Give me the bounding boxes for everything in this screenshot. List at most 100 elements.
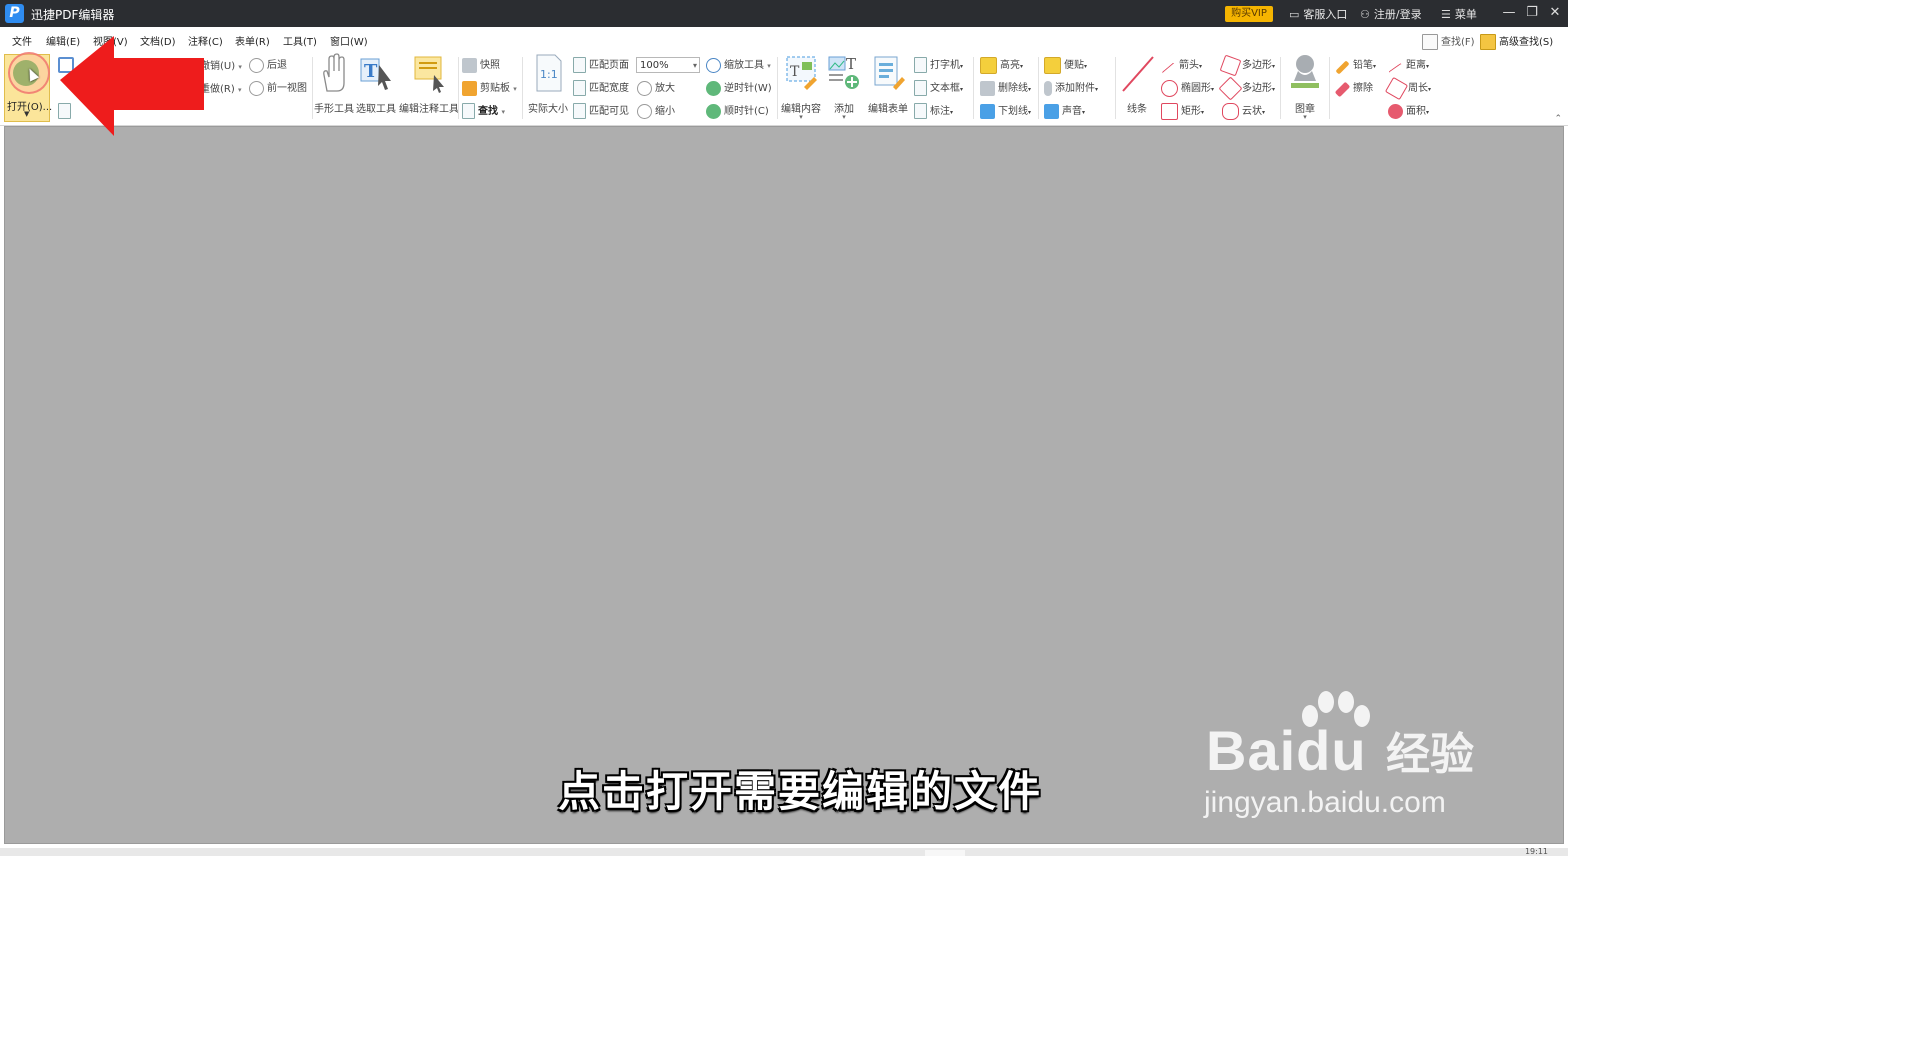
sound-button[interactable]: 声音▾ <box>1044 102 1085 120</box>
collapse-ribbon-icon[interactable]: ⌃ <box>1554 114 1562 124</box>
rotate-cw-label: 顺时针(C) <box>724 106 769 117</box>
zoom-dropdown-icon: ▾ <box>692 61 697 70</box>
customer-service-label: 客服入口 <box>1303 8 1348 21</box>
minimize-icon[interactable]: — <box>1499 4 1519 22</box>
clipboard-button[interactable]: 剪贴板 ▾ <box>462 79 517 97</box>
arrow-dropdown-icon: ▾ <box>1199 63 1203 70</box>
line-button[interactable]: 线条 <box>1117 53 1157 115</box>
perimeter-dropdown-icon: ▾ <box>1428 86 1432 93</box>
advanced-find-label: 高级查找(S) <box>1499 37 1554 48</box>
watermark-jingyan: 经验 <box>1386 729 1474 780</box>
menu-window[interactable]: 窗口(W) <box>330 33 368 48</box>
area-button[interactable]: 面积▾ <box>1388 102 1429 120</box>
fit-page-button[interactable]: 匹配页面 <box>573 56 629 74</box>
distance-button[interactable]: 距离▾ <box>1388 56 1429 74</box>
polygon-button[interactable]: 多边形▾ <box>1218 75 1275 101</box>
zoom-tool-button[interactable]: 缩放工具 ▾ <box>706 56 771 74</box>
polygon-line-button[interactable]: 多边形▾ <box>1219 54 1275 76</box>
perimeter-icon <box>1384 76 1409 100</box>
underline-button[interactable]: 下划线▾ <box>980 102 1031 120</box>
hand-tool-button[interactable]: 手形工具 <box>314 53 354 115</box>
ellipse-dropdown-icon: ▾ <box>1211 86 1215 93</box>
buy-vip-button[interactable]: 购买VIP <box>1225 6 1273 22</box>
separator <box>522 57 523 119</box>
redo-dropdown-icon: ▾ <box>237 86 242 94</box>
strikeout-button[interactable]: 删除线▾ <box>980 79 1031 97</box>
plus-circle-icon <box>637 80 652 96</box>
actual-size-icon: 1:1 <box>536 54 562 92</box>
rotate-cw-button[interactable]: 顺时针(C) <box>706 102 769 120</box>
callout-button[interactable]: 标注▾ <box>914 102 953 120</box>
login-label: 注册/登录 <box>1373 8 1422 21</box>
fit-visible-icon <box>573 103 586 119</box>
zoom-in-label: 放大 <box>655 83 675 94</box>
customer-service-button[interactable]: ▭ 客服入口 <box>1289 6 1347 22</box>
hamburger-icon: ☰ <box>1441 8 1451 21</box>
rotate-cw-icon <box>706 103 721 119</box>
separator <box>1115 57 1116 119</box>
edit-annotation-tool-button[interactable]: 编辑注释工具 <box>398 53 460 115</box>
select-tool-button[interactable]: T 选取工具 <box>356 53 396 115</box>
textbox-button[interactable]: 文本框▾ <box>914 79 963 97</box>
pencil-label: 铅笔 <box>1353 60 1373 71</box>
back-label: 后退 <box>267 60 287 71</box>
camera-icon <box>462 57 477 73</box>
menu-form[interactable]: 表单(R) <box>235 33 270 48</box>
fit-width-icon <box>573 80 586 96</box>
rotate-ccw-button[interactable]: 逆时针(W) <box>706 79 772 97</box>
open-label: 打开(O)... <box>7 102 53 113</box>
menu-tools[interactable]: 工具(T) <box>283 33 317 48</box>
snapshot-button[interactable]: 快照 <box>462 56 500 74</box>
add-button[interactable]: T 添加 ▾ <box>826 53 862 121</box>
stamp-button[interactable]: 图章 ▾ <box>1284 53 1326 121</box>
perimeter-button[interactable]: 周长▾ <box>1384 76 1432 100</box>
fit-width-button[interactable]: 匹配宽度 <box>573 79 629 97</box>
typewriter-button[interactable]: 打字机▾ <box>914 56 963 74</box>
rotate-ccw-icon <box>706 80 721 96</box>
fit-visible-button[interactable]: 匹配可见 <box>573 102 629 120</box>
paperclip-icon <box>1044 80 1052 96</box>
strikeout-label: 删除线 <box>998 83 1028 94</box>
red-arrow-annotation <box>60 36 204 136</box>
find-button[interactable]: 查找(F) <box>1422 33 1475 50</box>
zoom-level-select[interactable]: 100% ▾ <box>636 57 700 73</box>
rect-button[interactable]: 矩形▾ <box>1161 102 1204 120</box>
ribbon-find-button[interactable]: 查找 ▾ <box>462 102 505 120</box>
ellipse-button[interactable]: 椭圆形▾ <box>1161 79 1214 97</box>
zoom-out-button[interactable]: 缩小 <box>637 102 675 120</box>
prev-view-button[interactable]: 前一视图 <box>249 79 307 97</box>
login-button[interactable]: ⚇ 注册/登录 <box>1360 6 1422 22</box>
find-label: 查找(F) <box>1441 37 1475 48</box>
cloud-dropdown-icon: ▾ <box>1262 109 1266 116</box>
underline-label: 下划线 <box>998 106 1028 117</box>
edit-content-button[interactable]: T 编辑内容 ▾ <box>779 53 823 121</box>
edit-form-button[interactable]: 编辑表单 <box>866 53 910 115</box>
close-icon[interactable]: ✕ <box>1545 4 1565 22</box>
watermark-brand: Baidu <box>1206 719 1367 782</box>
pencil-button[interactable]: 铅笔▾ <box>1335 56 1376 75</box>
svg-text:T: T <box>364 61 378 82</box>
distance-icon <box>1388 62 1403 74</box>
advanced-find-button[interactable]: 高级查找(S) <box>1480 33 1553 50</box>
line-icon <box>1122 56 1154 92</box>
area-icon <box>1388 103 1403 119</box>
menu-file[interactable]: 文件 <box>12 33 32 48</box>
back-button[interactable]: 后退 <box>249 56 287 74</box>
open-dropdown-icon[interactable]: ▼ <box>24 110 29 118</box>
note-button[interactable]: 便贴▾ <box>1044 56 1087 74</box>
edit-annotation-icon <box>414 56 444 93</box>
main-menu-button[interactable]: ☰ 菜单 <box>1441 6 1477 22</box>
attach-label: 添加附件 <box>1055 83 1095 94</box>
polyline-icon <box>1219 54 1242 76</box>
sound-label: 声音 <box>1062 106 1082 117</box>
eraser-button[interactable]: 擦除 <box>1334 79 1373 98</box>
rotate-ccw-label: 逆时针(W) <box>724 83 772 94</box>
cloud-button[interactable]: 云状▾ <box>1222 102 1265 120</box>
highlight-button[interactable]: 高亮▾ <box>980 56 1023 74</box>
restore-icon[interactable]: ❐ <box>1522 4 1542 22</box>
binoculars-icon <box>1480 34 1496 50</box>
attach-button[interactable]: 添加附件▾ <box>1044 79 1098 97</box>
actual-size-button[interactable]: 1:1 实际大小 <box>526 53 570 115</box>
zoom-in-button[interactable]: 放大 <box>637 79 675 97</box>
arrow-button[interactable]: 箭头▾ <box>1161 56 1202 74</box>
